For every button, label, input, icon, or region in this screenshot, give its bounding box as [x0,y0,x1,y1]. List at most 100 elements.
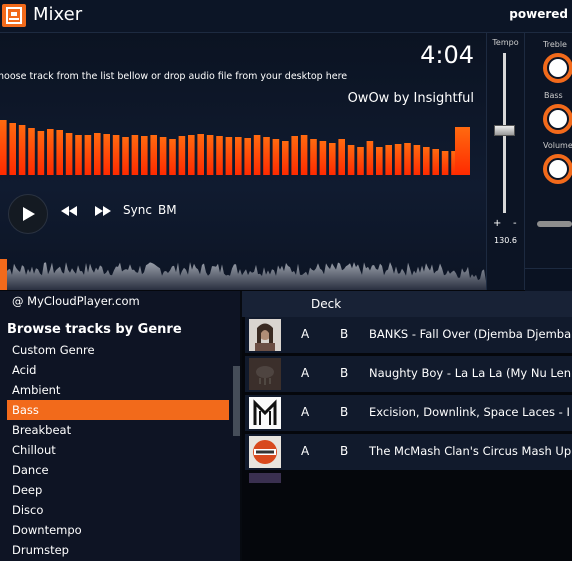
track-row[interactable]: A B The McMash Clan's Circus Mash Up [245,434,572,470]
spectrum-bar [366,141,374,175]
spectrum-bar [347,145,355,175]
track-row[interactable]: A B Excision, Downlink, Space Laces - I [245,395,572,431]
spectrum-bar [197,134,204,175]
mixer-app-icon [2,4,26,27]
crossfader-slider[interactable] [537,221,572,227]
tempo-panel: Tempo + - 130.6 [487,33,525,290]
tempo-minus-button[interactable]: - [513,218,517,229]
track-time: 4:04 [420,41,474,69]
tempo-label: Tempo [492,38,519,47]
spectrum-bar [338,139,345,175]
genre-item[interactable]: Bass [7,400,229,420]
spectrum-bar [329,143,336,175]
track-title-cell: The McMash Clan's Circus Mash Up [369,444,572,458]
spectrum-bar [178,136,186,175]
spectrum-bar [357,147,364,175]
spectrum-bar [141,136,148,175]
spectrum-bar [122,137,129,175]
spectrum-bar [206,135,214,175]
tempo-plus-button[interactable]: + [493,218,501,229]
tracks-header: Deck [242,291,572,317]
waveform-seekbar[interactable] [0,239,486,290]
spectrum-bar [159,137,167,175]
volume-label: Volume [543,141,572,150]
spectrum-bar [112,135,120,175]
spectrum-bar [300,135,308,175]
powered-label: powered [509,7,568,21]
track-title-cell: Excision, Downlink, Space Laces - I [369,405,570,419]
genre-item[interactable]: Chillout [7,440,229,460]
spectrum-bar [253,135,261,175]
spectrum-bar [216,136,223,175]
genre-item[interactable]: Disco [7,500,229,520]
sync-button[interactable]: Sync [123,203,152,217]
track-title-cell: Naughty Boy - La La La (My Nu Len [369,366,572,380]
spectrum-bar [291,136,298,175]
playhead-marker[interactable] [0,259,7,290]
load-deck-b-button[interactable]: B [340,405,348,419]
load-deck-b-button[interactable]: B [340,327,348,341]
genre-item[interactable]: Breakbeat [7,420,229,440]
deck-column-header: Deck [311,297,342,311]
genre-item[interactable]: Custom Genre [7,340,229,360]
bm-button[interactable]: BM [158,203,177,217]
tracks-table: Deck A B BANKS - Fall Over (Djemba Djemb… [242,291,572,561]
genre-item[interactable]: Downtempo [7,520,229,540]
spectrum-bar [432,149,439,175]
load-deck-a-button[interactable]: A [301,327,309,341]
spectrum-bar [75,135,82,175]
spectrum-bar [0,120,7,175]
treble-label: Treble [543,40,567,49]
spectrum-bar [272,139,280,175]
site-link[interactable]: @ MyCloudPlayer.com [12,294,140,308]
treble-knob[interactable] [542,52,572,84]
tempo-value: 130.6 [494,236,517,245]
volume-knob[interactable] [542,153,572,185]
genre-library: @ MyCloudPlayer.com Browse tracks by Gen… [0,291,240,561]
spectrum-bar [9,123,16,175]
title-bar: Mixer powered [0,0,572,33]
track-thumbnail [249,358,281,390]
spectrum-bar [47,129,54,175]
waveform-shape [0,262,486,290]
genre-item[interactable]: Acid [7,360,229,380]
bass-label: Bass [544,91,563,100]
genre-item[interactable]: Dance [7,460,229,480]
genre-item[interactable]: Deep [7,480,229,500]
spectrum-bar [385,145,392,175]
spectrum-visualizer [0,120,470,175]
deck-panel: 4:04 hoose track from the list bellow or… [0,33,487,290]
spectrum-bar [310,139,317,175]
track-row-partial [249,473,281,483]
genre-item[interactable]: Drumstep [7,540,229,560]
spectrum-bar [84,135,92,175]
spectrum-bar [455,127,470,175]
spectrum-bar [282,141,289,175]
browse-title: Browse tracks by Genre [7,322,182,337]
library-scrollbar[interactable] [233,366,240,436]
track-row[interactable]: A B BANKS - Fall Over (Djemba Djemba [245,317,572,353]
tempo-slider-handle[interactable] [494,125,515,136]
track-row[interactable]: A B Naughty Boy - La La La (My Nu Len [245,356,572,392]
spectrum-bar [131,135,139,175]
bass-knob[interactable] [542,103,572,135]
load-deck-b-button[interactable]: B [340,444,348,458]
rewind-icon[interactable] [61,206,77,216]
spectrum-bar [244,138,251,175]
spectrum-bar [37,131,45,175]
play-button[interactable] [8,194,48,234]
spectrum-bar [150,135,157,175]
spectrum-bar [376,147,383,175]
app-title: Mixer [33,4,83,25]
load-deck-b-button[interactable]: B [340,366,348,380]
spectrum-bar [394,144,402,175]
track-title-cell: BANKS - Fall Over (Djemba Djemba [369,327,572,341]
load-deck-a-button[interactable]: A [301,444,309,458]
fast-forward-icon[interactable] [95,206,111,216]
track-thumbnail [249,319,281,351]
load-deck-a-button[interactable]: A [301,366,309,380]
load-deck-a-button[interactable]: A [301,405,309,419]
genre-item[interactable]: Ambient [7,380,229,400]
spectrum-bar [18,125,26,175]
drop-hint: hoose track from the list bellow or drop… [0,71,348,82]
